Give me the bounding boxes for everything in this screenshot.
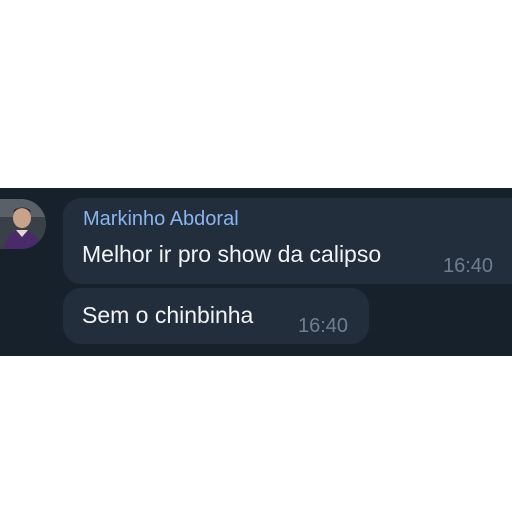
message-text: Melhor ir pro show da calipso bbox=[82, 241, 382, 267]
message-text: Sem o chinbinha bbox=[82, 302, 254, 328]
message-timestamp: 16:40 bbox=[298, 315, 349, 337]
sender-name[interactable]: Markinho Abdoral bbox=[83, 208, 239, 231]
message-timestamp: 16:40 bbox=[443, 255, 494, 277]
